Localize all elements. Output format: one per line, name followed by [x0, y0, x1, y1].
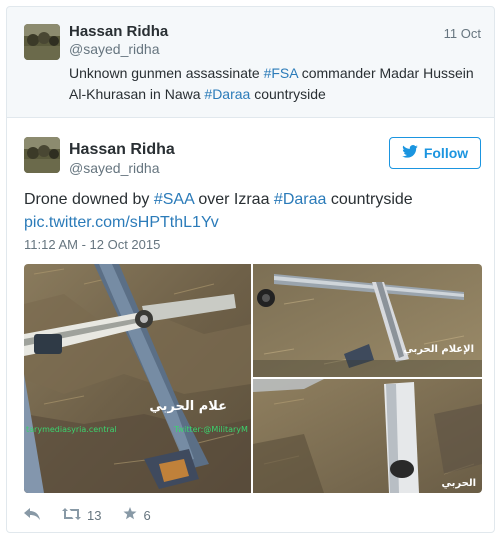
favorite-count: 6: [143, 507, 151, 523]
tweet-text: Drone downed by #SAA over Izraa #Daraa c…: [24, 188, 484, 234]
main-tweet: Hassan Ridha @sayed_ridha Follow Drone d…: [6, 117, 495, 533]
watermark-arabic: علام الحربي: [149, 399, 227, 414]
twitter-bird-icon: [402, 145, 418, 161]
media-photo-2[interactable]: الإعلام الحربي: [253, 264, 482, 377]
reply-button[interactable]: [24, 507, 40, 523]
avatar[interactable]: [24, 137, 60, 173]
quoted-tweet-compact[interactable]: Hassan Ridha @sayed_ridha 11 Oct Unknown…: [6, 6, 495, 118]
watermark-site: tarymediasyria.central: [26, 425, 117, 434]
author-name[interactable]: Hassan Ridha: [69, 23, 168, 40]
media-photo-3[interactable]: الحربي: [253, 379, 482, 493]
hashtag-link[interactable]: #Daraa: [274, 191, 326, 208]
hashtag-link[interactable]: #SAA: [154, 191, 194, 208]
watermark-arabic: الحربي: [442, 478, 476, 489]
author-handle[interactable]: @sayed_ridha: [69, 41, 160, 57]
retweet-count: 13: [87, 507, 102, 523]
follow-button[interactable]: Follow: [389, 137, 481, 169]
reply-icon: [24, 507, 40, 523]
retweet-icon: [62, 507, 81, 523]
tweet-timestamp[interactable]: 11:12 AM - 12 Oct 2015: [24, 237, 160, 252]
media-photo-1[interactable]: علام الحربي tarymediasyria.central Twitt…: [24, 264, 251, 493]
media-grid: علام الحربي tarymediasyria.central Twitt…: [24, 264, 482, 493]
hashtag-link[interactable]: #FSA: [264, 65, 298, 81]
text-segment: countryside: [326, 191, 413, 208]
follow-label: Follow: [423, 145, 469, 161]
author-name[interactable]: Hassan Ridha: [69, 141, 175, 159]
tweet-text: Unknown gunmen assassinate #FSA commande…: [69, 63, 479, 105]
pic-link[interactable]: pic.twitter.com/sHPTthL1Yv: [24, 214, 219, 231]
text-segment: over Izraa: [193, 191, 274, 208]
text-segment: Unknown gunmen assassinate: [69, 65, 264, 81]
hashtag-link[interactable]: #Daraa: [204, 86, 250, 102]
tweet-date[interactable]: 11 Oct: [444, 26, 481, 41]
favorite-icon: [123, 507, 137, 523]
avatar[interactable]: [24, 24, 60, 60]
text-segment: Drone downed by: [24, 191, 154, 208]
author-handle[interactable]: @sayed_ridha: [69, 160, 160, 176]
tweet-actions: 13 6: [24, 505, 173, 525]
watermark-handle: Twitter:@MilitaryM: [173, 425, 248, 434]
watermark-arabic: الإعلام الحربي: [403, 344, 474, 355]
text-segment: countryside: [250, 86, 326, 102]
favorite-button[interactable]: 6: [123, 507, 151, 523]
retweet-button[interactable]: 13: [62, 507, 102, 523]
